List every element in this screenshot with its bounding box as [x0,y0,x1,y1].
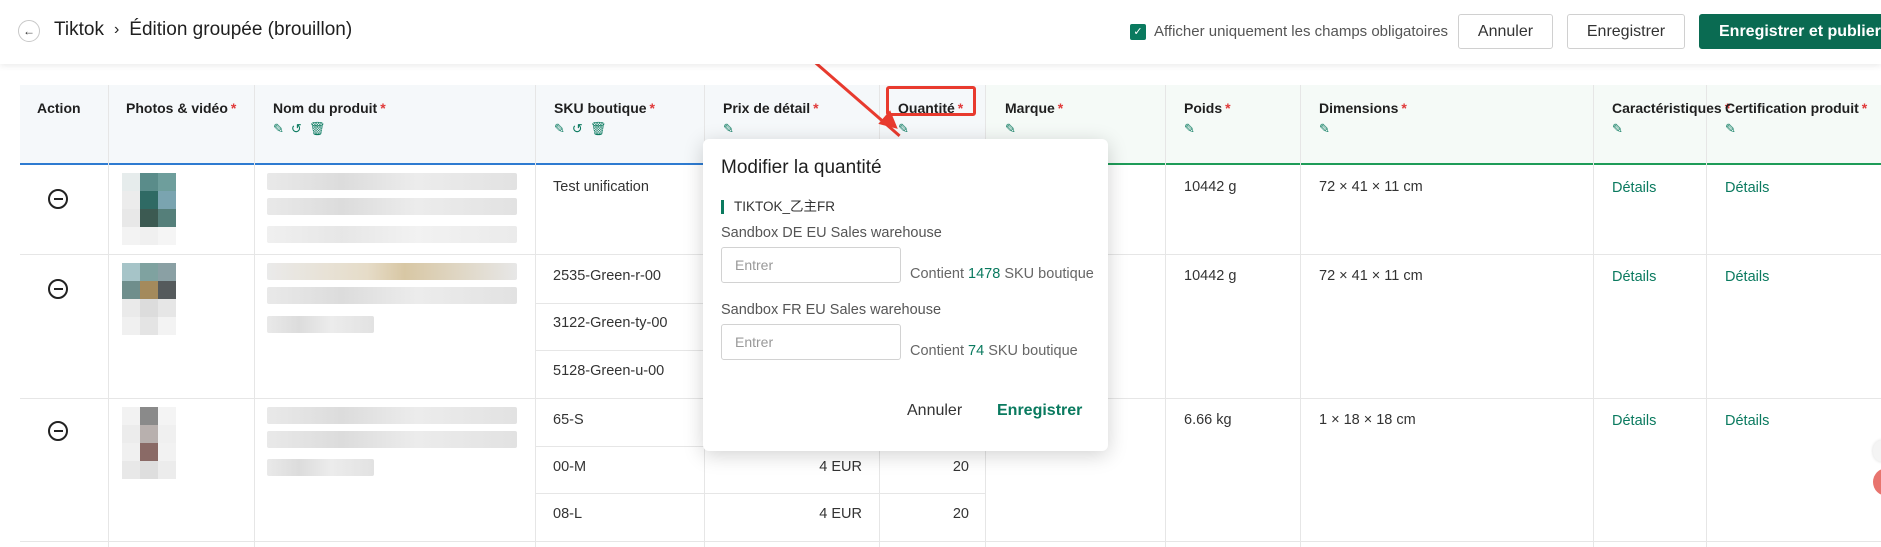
required-fields-toggle[interactable]: ✓ Afficher uniquement les champs obligat… [1130,23,1448,40]
sku-cell[interactable]: 5128-Green-u-00 [553,363,664,379]
certification-details-link[interactable]: Détails [1725,180,1769,196]
weight-cell[interactable]: 10442 g [1184,179,1236,195]
product-image[interactable] [122,263,176,335]
product-name-blurred[interactable] [267,431,517,448]
pencil-icon[interactable]: ✎ [273,120,284,138]
col-header-price: Prix de détail * ✎ [723,100,819,138]
back-arrow-icon[interactable]: ← [18,20,40,42]
col-divider [1593,85,1594,547]
sku-cell[interactable]: 3122-Green-ty-00 [553,315,667,331]
dimensions-cell[interactable]: 72 × 41 × 11 cm [1319,268,1423,284]
product-name-blurred[interactable] [267,287,517,304]
pencil-icon[interactable]: ✎ [1319,120,1330,138]
col-divider [108,85,109,547]
sku-count-text: Contient 74 SKU boutique [910,343,1078,359]
weight-cell[interactable]: 6.66 kg [1184,412,1232,428]
certification-details-link[interactable]: Détails [1725,413,1769,429]
col-divider [1706,85,1707,547]
top-bar: ← Tiktok › Édition groupée (brouillon) ✓… [0,0,1881,64]
product-image[interactable] [122,173,176,245]
row-divider [20,541,1881,542]
pencil-icon[interactable]: ✎ [554,120,565,138]
minus-circle-icon[interactable] [48,189,68,209]
minus-circle-icon[interactable] [48,421,68,441]
dimensions-cell[interactable]: 72 × 41 × 11 cm [1319,179,1423,195]
sku-cell[interactable]: 00-M [553,459,586,475]
pencil-icon[interactable]: ✎ [1005,120,1016,138]
undo-icon[interactable]: ↺ [572,120,583,138]
col-header-weight: Poids * ✎ [1184,100,1231,138]
quantity-cell[interactable]: 20 [879,506,969,522]
quantity-input-fr[interactable]: Entrer [721,324,901,360]
pencil-icon[interactable]: ✎ [723,120,734,138]
save-and-publish-button[interactable]: Enregistrer et publier [1699,14,1881,49]
col-divider [254,85,255,547]
col-divider [535,85,536,547]
col-header-photos: Photos & vidéo * [126,100,237,116]
breadcrumb: Tiktok › Édition groupée (brouillon) [54,19,352,41]
product-name-blurred[interactable] [267,459,374,476]
trash-icon[interactable]: 🗑 [590,120,607,138]
cancel-button[interactable]: Annuler [1458,14,1553,49]
edit-quantity-popover: Modifier la quantité TIKTOK_乙主FR Sandbox… [703,139,1108,451]
price-cell[interactable]: 4 EUR [704,459,862,475]
product-name-blurred[interactable] [267,407,517,424]
sku-cell[interactable]: Test unification [553,179,649,195]
col-header-sku: SKU boutique * ✎ ↺ 🗑 [554,100,655,138]
col-header-action: Action [37,100,81,116]
popover-cancel-button[interactable]: Annuler [907,402,962,420]
page-title: Édition groupée (brouillon) [129,19,353,40]
col-header-certification: Certification produit * ✎ [1725,100,1868,138]
checkbox-label: Afficher uniquement les champs obligatoi… [1154,23,1449,40]
quantity-input-de[interactable]: Entrer [721,247,901,283]
product-name-blurred[interactable] [267,173,517,190]
pencil-icon[interactable]: ✎ [1612,120,1623,138]
minus-circle-icon[interactable] [48,279,68,299]
characteristics-details-link[interactable]: Détails [1612,269,1656,285]
characteristics-details-link[interactable]: Détails [1612,413,1656,429]
sku-count-text: Contient 1478 SKU boutique [910,266,1094,282]
price-cell[interactable]: 4 EUR [704,506,862,522]
quantity-highlight-box [886,86,976,116]
pencil-icon[interactable]: ✎ [1725,120,1736,138]
product-name-blurred[interactable] [267,316,374,333]
col-header-dimensions: Dimensions * ✎ [1319,100,1407,138]
warehouse-label: Sandbox DE EU Sales warehouse [721,225,942,241]
save-button[interactable]: Enregistrer [1567,14,1685,49]
product-name-blurred[interactable] [267,198,517,215]
trash-icon[interactable]: 🗑 [309,120,326,138]
undo-icon[interactable]: ↺ [291,120,302,138]
popover-save-button[interactable]: Enregistrer [997,402,1082,420]
col-header-product-name: Nom du produit * ✎ ↺ 🗑 [273,100,386,138]
pencil-icon[interactable]: ✎ [1184,120,1195,138]
row-divider [535,493,985,494]
characteristics-details-link[interactable]: Détails [1612,180,1656,196]
chevron-right-icon: › [113,21,120,38]
product-image[interactable] [122,407,176,479]
sku-cell[interactable]: 2535-Green-r-00 [553,268,661,284]
warehouse-label: Sandbox FR EU Sales warehouse [721,302,942,318]
breadcrumb-root[interactable]: Tiktok [54,19,104,41]
popover-title: Modifier la quantité [721,157,882,178]
product-name-blurred[interactable] [267,263,517,280]
sku-cell[interactable]: 08-L [553,506,582,522]
col-divider [1165,85,1166,547]
dimensions-cell[interactable]: 1 × 18 × 18 cm [1319,412,1416,428]
certification-details-link[interactable]: Détails [1725,269,1769,285]
weight-cell[interactable]: 10442 g [1184,268,1236,284]
col-header-characteristics: Caractéristiques * ✎ [1612,100,1731,138]
product-name-blurred[interactable] [267,226,517,243]
sku-cell[interactable]: 65-S [553,412,584,428]
quantity-cell[interactable]: 20 [879,459,969,475]
col-header-brand: Marque * ✎ [1005,100,1064,138]
checkbox-checked-icon[interactable]: ✓ [1130,23,1146,40]
shop-label: TIKTOK_乙主FR [721,200,835,214]
col-divider [1300,85,1301,547]
